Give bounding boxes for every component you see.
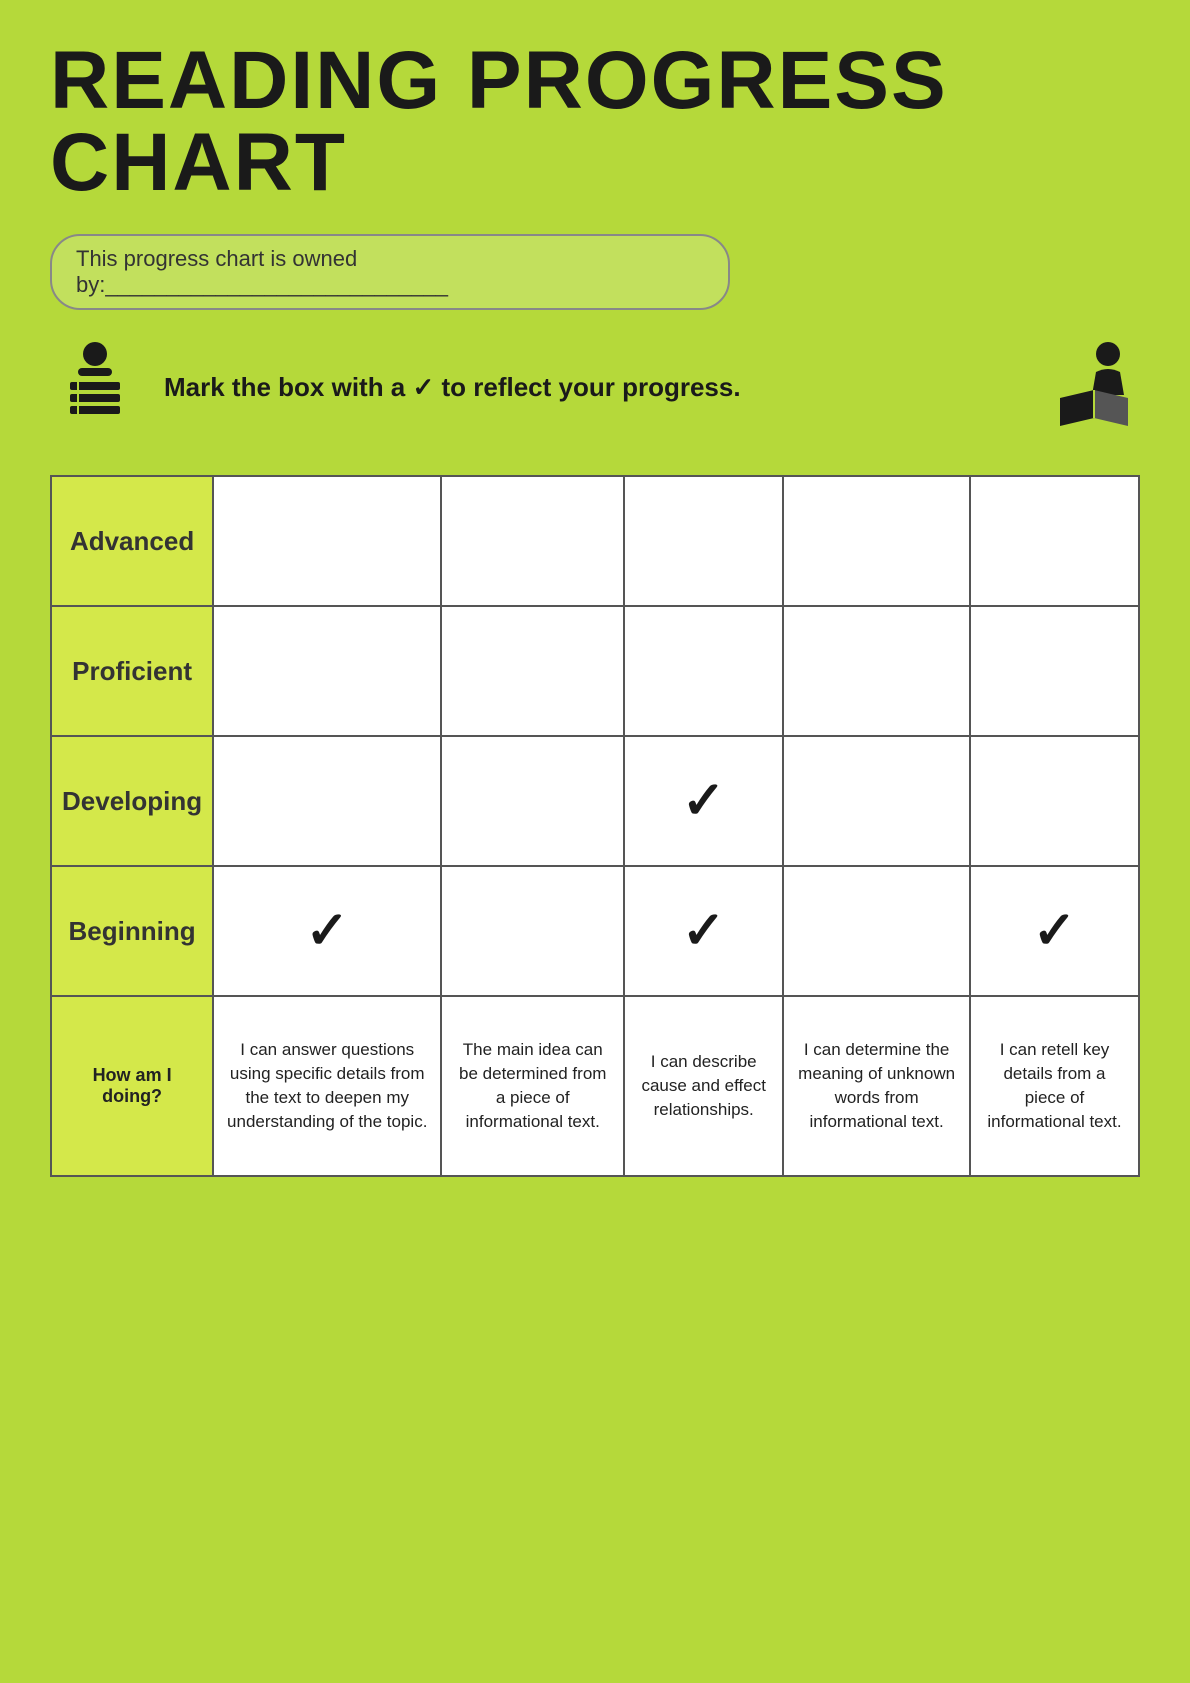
cell-2-2[interactable]: ✓ (624, 736, 783, 866)
cell-0-0[interactable] (213, 476, 441, 606)
cell-3-1[interactable] (441, 866, 624, 996)
cell-0-1[interactable] (441, 476, 624, 606)
cell-2-3[interactable] (783, 736, 970, 866)
cell-2-1[interactable] (441, 736, 624, 866)
cell-0-4[interactable] (970, 476, 1139, 606)
cell-2-0[interactable] (213, 736, 441, 866)
cell-3-0[interactable]: ✓ (213, 866, 441, 996)
cell-2-4[interactable] (970, 736, 1139, 866)
cell-3-2[interactable]: ✓ (624, 866, 783, 996)
cell-3-3[interactable] (783, 866, 970, 996)
cell-0-2[interactable] (624, 476, 783, 606)
page-title: READING PROGRESS CHART (50, 40, 1140, 204)
row-label-proficient: Proficient (51, 606, 213, 736)
skill-desc-1: The main idea can be determined from a p… (441, 996, 624, 1176)
checkmark-icon: ✓ (682, 902, 726, 960)
cell-1-2[interactable] (624, 606, 783, 736)
cell-3-4[interactable]: ✓ (970, 866, 1139, 996)
reading-books-icon (50, 340, 140, 435)
cell-1-1[interactable] (441, 606, 624, 736)
person-reading-icon (1050, 340, 1140, 435)
cell-1-3[interactable] (783, 606, 970, 736)
owner-bar: This progress chart is owned by:________… (50, 234, 730, 310)
skill-desc-4: I can retell key details from a piece of… (970, 996, 1139, 1176)
skill-desc-3: I can determine the meaning of unknown w… (783, 996, 970, 1176)
skill-desc-2: I can describe cause and effect relation… (624, 996, 783, 1176)
skill-desc-0: I can answer questions using specific de… (213, 996, 441, 1176)
row-label-beginning: Beginning (51, 866, 213, 996)
cell-0-3[interactable] (783, 476, 970, 606)
progress-table: AdvancedProficientDeveloping ✓ Beginning ✓ ✓… (50, 475, 1140, 1177)
how-am-i-doing-row: How am I doing?I can answer questions us… (51, 996, 1139, 1176)
table-row: Proficient (51, 606, 1139, 736)
row-label-advanced: Advanced (51, 476, 213, 606)
row-label-developing: Developing (51, 736, 213, 866)
instructions-row: Mark the box with a ✓ to reflect your pr… (50, 340, 1140, 435)
cell-1-4[interactable] (970, 606, 1139, 736)
table-row: Developing ✓ (51, 736, 1139, 866)
how-label: How am I doing? (51, 996, 213, 1176)
instructions-text: Mark the box with a ✓ to reflect your pr… (164, 372, 741, 403)
cell-1-0[interactable] (213, 606, 441, 736)
table-row: Beginning ✓ ✓ ✓ (51, 866, 1139, 996)
table-row: Advanced (51, 476, 1139, 606)
checkmark-icon: ✓ (682, 772, 726, 830)
checkmark-icon: ✓ (1033, 902, 1077, 960)
checkmark-icon: ✓ (305, 902, 349, 960)
